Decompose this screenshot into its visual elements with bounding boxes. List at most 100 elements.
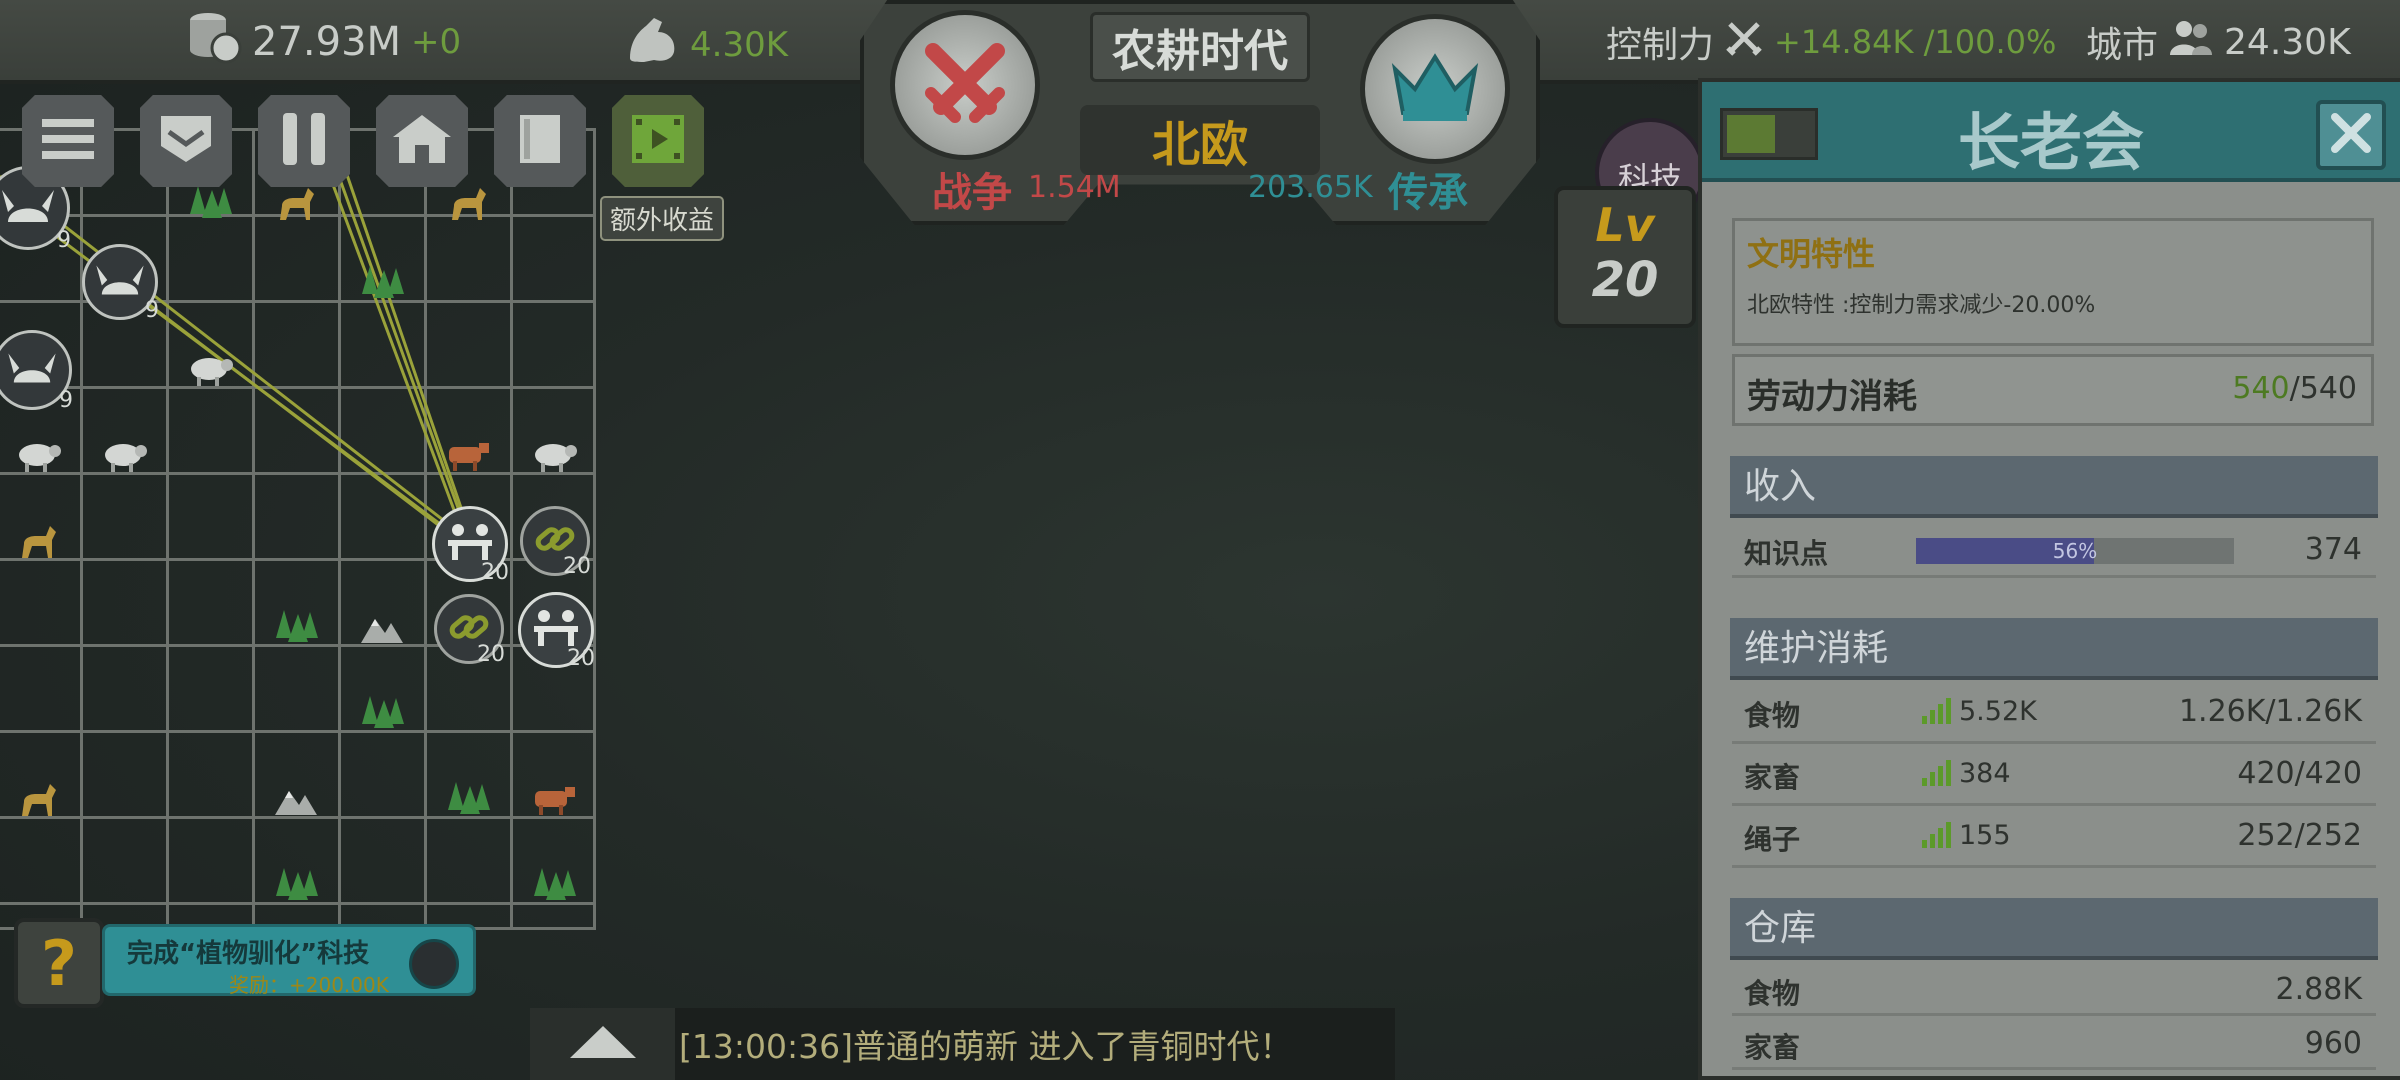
upkeep-value: 1.26K/1.26K <box>2178 694 2362 729</box>
tree-icon <box>188 184 232 228</box>
tile-level: 20 <box>477 642 505 667</box>
civilization-name: 北欧 <box>1080 105 1320 175</box>
war-button[interactable] <box>890 10 1040 160</box>
tile-viking[interactable]: 9 <box>0 330 73 413</box>
crossed-swords-icon <box>915 33 1015 137</box>
trait-description: 北欧特性 :控制力需求减少-20.00% <box>1747 293 2096 318</box>
tile-level: 9 <box>145 298 159 323</box>
tile-forest[interactable] <box>266 600 326 660</box>
strength-stat: 4.30K <box>624 14 788 76</box>
tile-council[interactable]: 20 <box>432 506 509 585</box>
level-badge: Lv 20 <box>1554 186 1696 328</box>
close-button[interactable] <box>2316 100 2386 170</box>
tree-icon <box>360 264 404 308</box>
crossed-swords-icon <box>1724 18 1764 67</box>
video-icon <box>628 111 688 171</box>
civilization-emblem: 农耕时代 北欧 战争 1.54M 203.65K 传承 <box>860 0 1540 225</box>
sheep-icon <box>187 353 233 391</box>
civ-trait-card: 文明特性 北欧特性 :控制力需求减少-20.00% <box>1732 218 2374 346</box>
legacy-button[interactable] <box>1360 14 1510 164</box>
tile-cow[interactable] <box>438 428 498 488</box>
tile-sheep[interactable] <box>94 428 154 488</box>
storage-row: 食物 2.88K <box>1732 964 2376 1016</box>
tile-forest[interactable] <box>352 256 412 316</box>
tile-horse[interactable] <box>8 514 68 574</box>
elder-council-panel: 长老会 文明特性 北欧特性 :控制力需求减少-20.00% 劳动力消耗 540/… <box>1698 78 2400 1080</box>
house-icon <box>391 111 453 171</box>
legacy-label: 传承 <box>1388 170 1468 216</box>
upkeep-stock-value: 384 <box>1959 758 2011 789</box>
labor-used: 540 <box>2232 371 2290 406</box>
knowledge-row: 知识点 56% 374 <box>1732 522 2376 578</box>
crown-icon <box>1387 47 1483 131</box>
help-button[interactable]: ? <box>14 918 104 1008</box>
level-value: 20 <box>1591 252 1659 308</box>
tree-icon <box>360 694 404 738</box>
labor-separator: / <box>2289 371 2300 406</box>
upkeep-row: 食物 5.52K 1.26K/1.26K <box>1732 684 2376 744</box>
menu-button[interactable] <box>22 95 114 187</box>
viking-helmet-icon <box>0 184 56 232</box>
tile-viking[interactable]: 9 <box>82 244 159 323</box>
extra-income-label[interactable]: 额外收益 <box>600 196 725 241</box>
storage-value: 2.88K <box>2275 972 2362 1007</box>
quest-banner[interactable]: 完成“植物驯化”科技 奖励：+200.00K <box>102 924 476 997</box>
storage-value: 960 <box>2304 1026 2362 1061</box>
upkeep-stock: 5.52K <box>1922 696 2037 727</box>
quest-title: 完成“植物驯化”科技 <box>127 939 370 969</box>
upkeep-name: 家畜 <box>1744 761 1801 794</box>
tree-icon <box>532 866 576 910</box>
legacy-value: 203.65K <box>1248 170 1373 205</box>
tile-level: 9 <box>59 388 73 413</box>
extra-income-button[interactable] <box>612 95 704 187</box>
tile-rope[interactable]: 20 <box>434 594 505 667</box>
panel-title: 长老会 <box>1957 106 2144 179</box>
quest-reward: 奖励：+200.00K <box>229 973 389 997</box>
book-icon <box>514 111 566 171</box>
era-title: 农耕时代 <box>1090 12 1310 82</box>
tile-level: 9 <box>57 228 71 253</box>
log-button[interactable] <box>494 95 586 187</box>
sheep-icon <box>15 439 61 477</box>
labor-label: 劳动力消耗 <box>1747 377 1917 417</box>
knowledge-progress-bar: 56% <box>1916 538 2234 564</box>
control-stat: 控制力 +14.84K /100.0% <box>1606 16 2056 68</box>
control-label: 控制力 <box>1606 25 1715 66</box>
tile-level: 20 <box>481 560 509 585</box>
tile-sheep[interactable] <box>524 428 584 488</box>
menu-icon <box>40 115 96 167</box>
tile-forest[interactable] <box>438 772 498 832</box>
tile-sheep[interactable] <box>180 342 240 402</box>
pause-button[interactable] <box>258 95 350 187</box>
storage-header: 仓库 <box>1730 898 2378 960</box>
tile-council[interactable]: 20 <box>518 592 595 671</box>
strength-icon <box>624 14 680 76</box>
upkeep-header: 维护消耗 <box>1730 618 2378 680</box>
trait-title: 文明特性 <box>1747 235 1876 273</box>
tile-mountain[interactable] <box>352 600 412 660</box>
tile-forest[interactable] <box>352 686 412 746</box>
military-button[interactable] <box>140 95 232 187</box>
tile-horse[interactable] <box>8 772 68 832</box>
buildings-button[interactable] <box>376 95 468 187</box>
chat-expand-button[interactable] <box>530 1008 675 1080</box>
tile-mountain[interactable] <box>266 772 326 832</box>
tile-cow[interactable] <box>524 772 584 832</box>
tile-rope[interactable]: 20 <box>520 506 591 579</box>
question-mark-icon: ? <box>41 926 77 1000</box>
tile-level: 20 <box>567 646 595 671</box>
city-value: 24.30K <box>2224 21 2351 63</box>
tile-sheep[interactable] <box>8 428 68 488</box>
close-icon <box>2329 111 2373 159</box>
chat-message-bar[interactable]: [13:00:36]普通的萌新 进入了青铜时代！ <box>675 1008 1395 1080</box>
upkeep-stock: 384 <box>1922 758 2011 789</box>
labor-total: 540 <box>2299 371 2357 406</box>
tile-forest[interactable] <box>524 858 584 918</box>
city-stat: 城市 24.30K <box>2086 16 2351 68</box>
knowledge-label: 知识点 <box>1744 537 1829 570</box>
horse-icon <box>446 184 490 228</box>
chevron-up-icon <box>568 1024 638 1064</box>
viking-helmet-icon <box>6 348 58 392</box>
tile-forest[interactable] <box>266 858 326 918</box>
war-label: 战争 <box>932 170 1012 216</box>
